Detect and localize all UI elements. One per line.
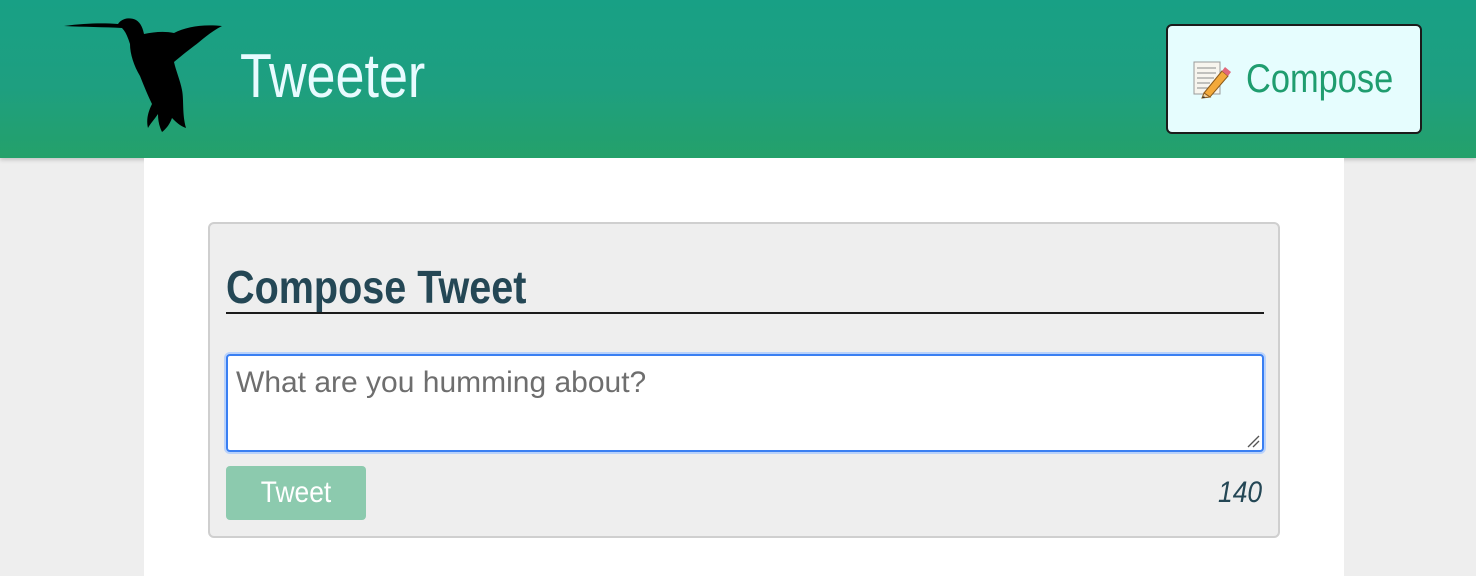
compose-tweet-panel: Compose Tweet Tweet 140 — [208, 222, 1280, 538]
memo-icon — [1192, 59, 1232, 99]
tweet-button[interactable]: Tweet — [226, 466, 366, 520]
compose-button[interactable]: Compose — [1166, 24, 1422, 134]
app-header: Tweeter Compose — [0, 0, 1476, 158]
compose-button-label: Compose — [1246, 56, 1394, 101]
title-divider — [226, 312, 1264, 314]
brand-title: Tweeter — [240, 42, 426, 111]
main-content: Compose Tweet Tweet 140 — [144, 158, 1344, 576]
resize-grip-icon[interactable] — [1244, 432, 1260, 448]
panel-title: Compose Tweet — [226, 261, 527, 313]
tweet-button-label: Tweet — [260, 476, 332, 509]
character-counter: 140 — [1217, 476, 1262, 509]
hummingbird-icon — [64, 16, 224, 132]
tweet-textarea[interactable] — [226, 354, 1264, 452]
